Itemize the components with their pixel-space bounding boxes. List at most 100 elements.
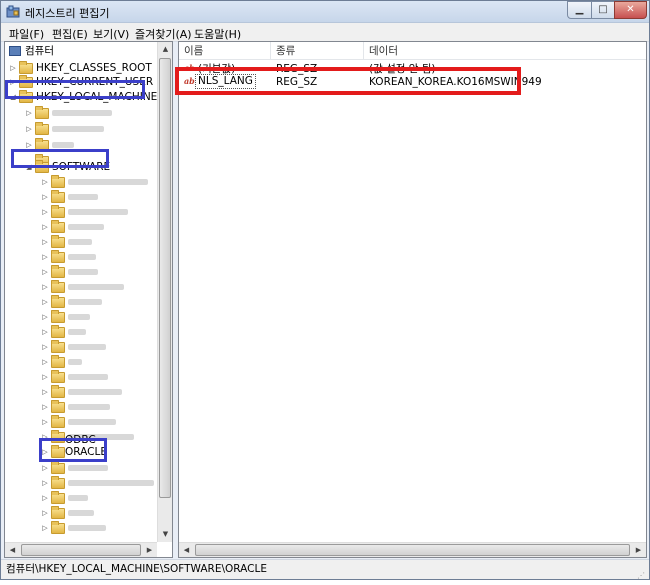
tree-scroll-thumb[interactable]	[159, 58, 171, 498]
redacted-label	[68, 239, 92, 245]
maximize-button[interactable]: □	[591, 1, 615, 19]
expand-icon[interactable]: ▷	[41, 283, 49, 291]
tree-item-obscured[interactable]: ▷	[5, 520, 155, 536]
tree-item-obscured[interactable]: ▷	[5, 309, 155, 325]
expand-icon[interactable]: ▷	[41, 464, 49, 472]
expand-icon[interactable]: ▷	[41, 178, 49, 186]
folder-icon	[51, 476, 65, 489]
expand-icon[interactable]: ▷	[41, 494, 49, 502]
folder-icon	[19, 61, 33, 74]
redacted-label	[68, 314, 90, 320]
redacted-label	[68, 389, 122, 395]
expand-icon[interactable]: ▷	[41, 253, 49, 261]
redacted-label	[68, 299, 102, 305]
expand-icon[interactable]: ▷	[41, 343, 49, 351]
menu-help[interactable]: 도움말(H)	[194, 26, 241, 42]
expand-icon[interactable]: ▷	[41, 479, 49, 487]
redacted-label	[52, 126, 104, 132]
tree-item-obscured[interactable]: ▷	[5, 121, 155, 137]
registry-tree[interactable]: 컴퓨터 ▷ HKEY_CLASSES_ROOT ▷ HKEY_CURRENT_U…	[4, 41, 173, 558]
tree-item-obscured[interactable]: ▷	[5, 294, 155, 310]
expand-icon[interactable]: ▷	[41, 373, 49, 381]
scroll-left-icon[interactable]: ◀	[179, 543, 194, 557]
menu-edit[interactable]: 편집(E)	[52, 26, 88, 42]
list-horizontal-scrollbar[interactable]: ◀ ▶	[179, 542, 646, 557]
tree-item-obscured[interactable]: ▷	[5, 490, 155, 506]
tree-hscroll-thumb[interactable]	[21, 544, 141, 556]
tree-item-obscured[interactable]: ▷	[5, 354, 155, 370]
folder-icon	[51, 295, 65, 308]
folder-icon	[51, 461, 65, 474]
tree-item-obscured[interactable]: ▷	[5, 249, 155, 265]
column-header-type[interactable]: 종류	[271, 42, 364, 60]
redacted-label	[68, 329, 86, 335]
redacted-label	[68, 359, 82, 365]
tree-item-obscured[interactable]: ▷	[5, 105, 155, 121]
tree-item-obscured[interactable]: ▷	[5, 384, 155, 400]
expand-icon[interactable]: ▷	[9, 64, 17, 72]
tree-item-obscured[interactable]: ▷	[5, 219, 155, 235]
highlight-box-hklm	[5, 80, 145, 99]
status-bar: 컴퓨터\HKEY_LOCAL_MACHINE\SOFTWARE\ORACLE ⋰	[1, 559, 649, 580]
regedit-app-icon	[6, 5, 20, 18]
folder-icon	[51, 190, 65, 203]
expand-icon[interactable]: ▷	[41, 418, 49, 426]
folder-icon	[51, 355, 65, 368]
tree-item-obscured[interactable]: ▷	[5, 460, 155, 476]
expand-icon[interactable]: ▷	[41, 313, 49, 321]
scroll-right-icon[interactable]: ▶	[142, 543, 157, 557]
redacted-label	[68, 284, 124, 290]
expand-icon[interactable]: ▷	[41, 403, 49, 411]
scroll-up-icon[interactable]: ▲	[158, 42, 172, 57]
tree-item-obscured[interactable]: ▷	[5, 324, 155, 340]
expand-icon[interactable]: ▷	[41, 268, 49, 276]
scroll-left-icon[interactable]: ◀	[5, 543, 20, 557]
column-header-name[interactable]: 이름	[179, 42, 271, 60]
menu-favorites[interactable]: 즐겨찾기(A)	[135, 26, 192, 42]
expand-icon[interactable]: ▷	[25, 125, 33, 133]
redacted-label	[52, 110, 112, 116]
menu-view[interactable]: 보기(V)	[93, 26, 129, 42]
tree-item-obscured[interactable]: ▷	[5, 264, 155, 280]
tree-item-obscured[interactable]: ▷	[5, 399, 155, 415]
resize-grip-icon[interactable]: ⋰	[637, 567, 647, 580]
tree-vertical-scrollbar[interactable]: ▲ ▼	[157, 42, 172, 542]
expand-icon[interactable]: ▷	[41, 193, 49, 201]
minimize-button[interactable]: ▁	[567, 1, 592, 19]
value-list[interactable]: 이름 종류 데이터 ab (기본값) REG_SZ (값 설정 안 됨) ab …	[178, 41, 647, 558]
menu-bar: 파일(F) 편집(E) 보기(V) 즐겨찾기(A) 도움말(H)	[1, 23, 649, 42]
title-bar: 레지스트리 편집기 ▁ □ ✕	[1, 1, 649, 23]
tree-item-obscured[interactable]: ▷	[5, 505, 155, 521]
tree-item-obscured[interactable]: ▷	[5, 475, 155, 491]
expand-icon[interactable]: ▷	[41, 524, 49, 532]
tree-item-obscured[interactable]: ▷	[5, 339, 155, 355]
tree-item-obscured[interactable]: ▷	[5, 204, 155, 220]
tree-item-obscured[interactable]: ▷	[5, 279, 155, 295]
tree-item-obscured[interactable]: ▷	[5, 174, 155, 190]
folder-icon	[35, 122, 49, 135]
expand-icon[interactable]: ▷	[25, 109, 33, 117]
close-button[interactable]: ✕	[614, 1, 647, 19]
redacted-label	[68, 465, 108, 471]
expand-icon[interactable]: ▷	[41, 358, 49, 366]
folder-icon	[51, 491, 65, 504]
expand-icon[interactable]: ▷	[41, 238, 49, 246]
expand-icon[interactable]: ▷	[41, 509, 49, 517]
tree-item-obscured[interactable]: ▷	[5, 369, 155, 385]
expand-icon[interactable]: ▷	[41, 208, 49, 216]
expand-icon[interactable]: ▷	[41, 223, 49, 231]
tree-horizontal-scrollbar[interactable]: ◀ ▶	[5, 542, 157, 557]
expand-icon[interactable]: ▷	[41, 298, 49, 306]
folder-icon	[51, 340, 65, 353]
scroll-down-icon[interactable]: ▼	[158, 527, 172, 542]
list-hscroll-thumb[interactable]	[195, 544, 630, 556]
column-header-data[interactable]: 데이터	[364, 42, 646, 60]
expand-icon[interactable]: ▷	[41, 328, 49, 336]
expand-icon[interactable]: ▷	[41, 388, 49, 396]
menu-file[interactable]: 파일(F)	[9, 26, 44, 42]
tree-item-obscured[interactable]: ▷	[5, 189, 155, 205]
redacted-label	[68, 495, 88, 501]
scroll-right-icon[interactable]: ▶	[631, 543, 646, 557]
tree-item-obscured[interactable]: ▷	[5, 234, 155, 250]
tree-item-computer[interactable]: 컴퓨터	[5, 43, 155, 59]
